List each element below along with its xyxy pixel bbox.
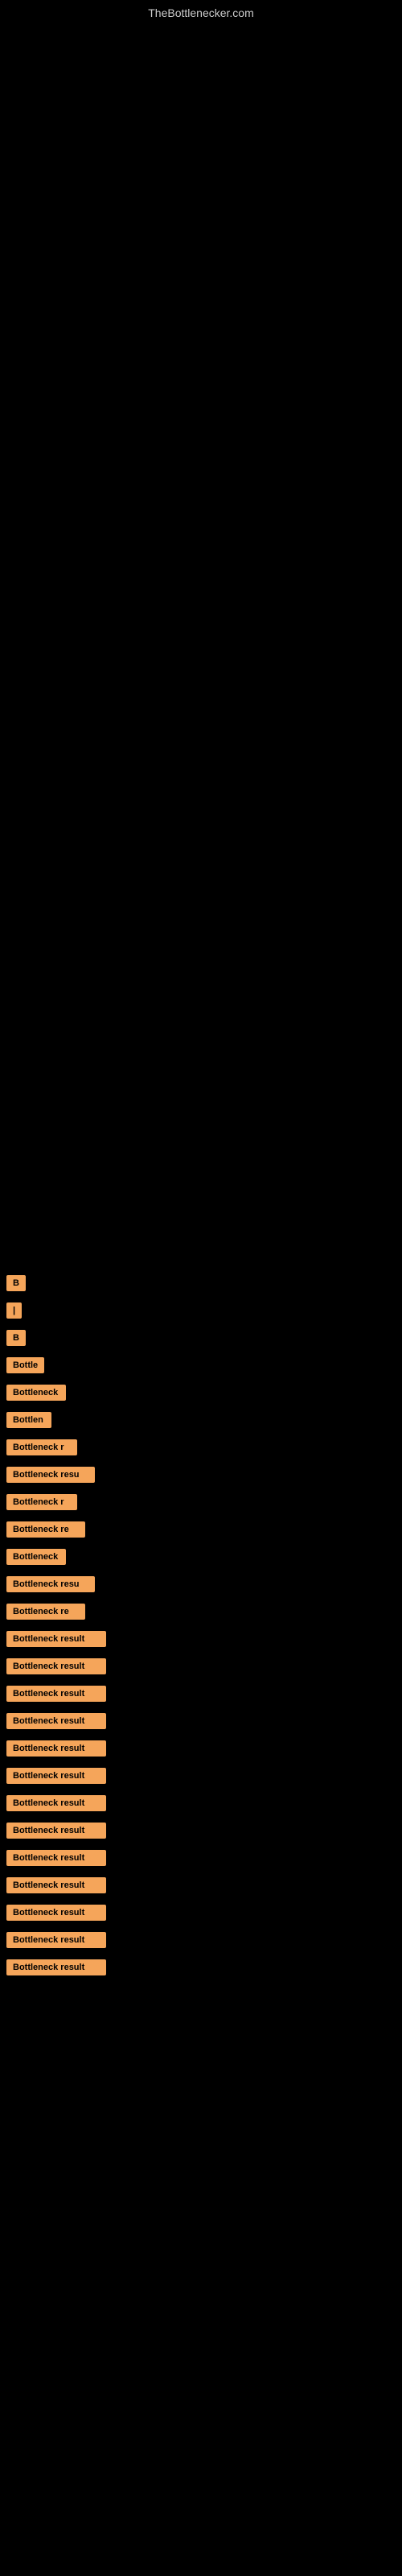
black-zone	[0, 23, 402, 1270]
result-badge[interactable]: Bottleneck r	[6, 1494, 77, 1510]
result-badge[interactable]: Bottle	[6, 1357, 44, 1373]
badge-row: Bottle	[2, 1352, 402, 1380]
badge-row: B	[2, 1270, 402, 1298]
badge-row: Bottleneck result	[2, 1900, 402, 1927]
badge-row: Bottleneck result	[2, 1927, 402, 1955]
result-badge[interactable]: Bottleneck resu	[6, 1467, 95, 1483]
badge-row: Bottleneck result	[2, 1681, 402, 1708]
badge-row: Bottleneck result	[2, 1653, 402, 1681]
badge-row: Bottleneck result	[2, 1708, 402, 1736]
result-badge[interactable]: Bottleneck result	[6, 1932, 106, 1948]
badge-row: Bottleneck	[2, 1544, 402, 1571]
result-badge[interactable]: Bottleneck	[6, 1385, 66, 1401]
badge-row: Bottleneck result	[2, 1845, 402, 1872]
result-badge[interactable]: Bottleneck result	[6, 1686, 106, 1702]
badge-row: Bottleneck result	[2, 1872, 402, 1900]
result-badge[interactable]: Bottleneck result	[6, 1631, 106, 1647]
badge-row: B	[2, 1325, 402, 1352]
result-badge[interactable]: Bottleneck re	[6, 1604, 85, 1620]
badge-row: Bottleneck result	[2, 1763, 402, 1790]
result-badge[interactable]: Bottleneck result	[6, 1713, 106, 1729]
badge-row: Bottleneck result	[2, 1790, 402, 1818]
result-badge[interactable]: Bottleneck result	[6, 1959, 106, 1975]
result-badge[interactable]: Bottleneck result	[6, 1740, 106, 1757]
badge-row: Bottleneck	[2, 1380, 402, 1407]
result-badge[interactable]: Bottleneck result	[6, 1850, 106, 1866]
result-badge[interactable]: |	[6, 1302, 22, 1319]
badge-row: Bottleneck r	[2, 1489, 402, 1517]
badges-zone: B | B Bottle Bottleneck Bottlen Bottleneck r Bo…	[0, 1270, 402, 1982]
badge-row: Bottleneck result	[2, 1955, 402, 1982]
result-badge[interactable]: Bottleneck resu	[6, 1576, 95, 1592]
badge-row: Bottleneck re	[2, 1517, 402, 1544]
result-badge[interactable]: B	[6, 1275, 26, 1291]
badge-row: Bottleneck resu	[2, 1571, 402, 1599]
result-badge[interactable]: B	[6, 1330, 26, 1346]
badge-row: Bottleneck result	[2, 1626, 402, 1653]
site-title: TheBottlenecker.com	[0, 0, 402, 23]
badge-row: |	[2, 1298, 402, 1325]
result-badge[interactable]: Bottlen	[6, 1412, 51, 1428]
badge-row: Bottleneck result	[2, 1818, 402, 1845]
result-badge[interactable]: Bottleneck result	[6, 1658, 106, 1674]
badge-row: Bottleneck result	[2, 1736, 402, 1763]
badge-row: Bottlen	[2, 1407, 402, 1435]
result-badge[interactable]: Bottleneck result	[6, 1905, 106, 1921]
result-badge[interactable]: Bottleneck result	[6, 1795, 106, 1811]
result-badge[interactable]: Bottleneck re	[6, 1521, 85, 1538]
result-badge[interactable]: Bottleneck	[6, 1549, 66, 1565]
badge-row: Bottleneck re	[2, 1599, 402, 1626]
main-container: TheBottlenecker.com B|BBottleBottleneckB…	[0, 0, 402, 1982]
badge-row: Bottleneck resu	[2, 1462, 402, 1489]
badge-row: Bottleneck r	[2, 1435, 402, 1462]
result-badge[interactable]: Bottleneck r	[6, 1439, 77, 1455]
result-badge[interactable]: Bottleneck result	[6, 1768, 106, 1784]
result-badge[interactable]: Bottleneck result	[6, 1823, 106, 1839]
result-badge[interactable]: Bottleneck result	[6, 1877, 106, 1893]
